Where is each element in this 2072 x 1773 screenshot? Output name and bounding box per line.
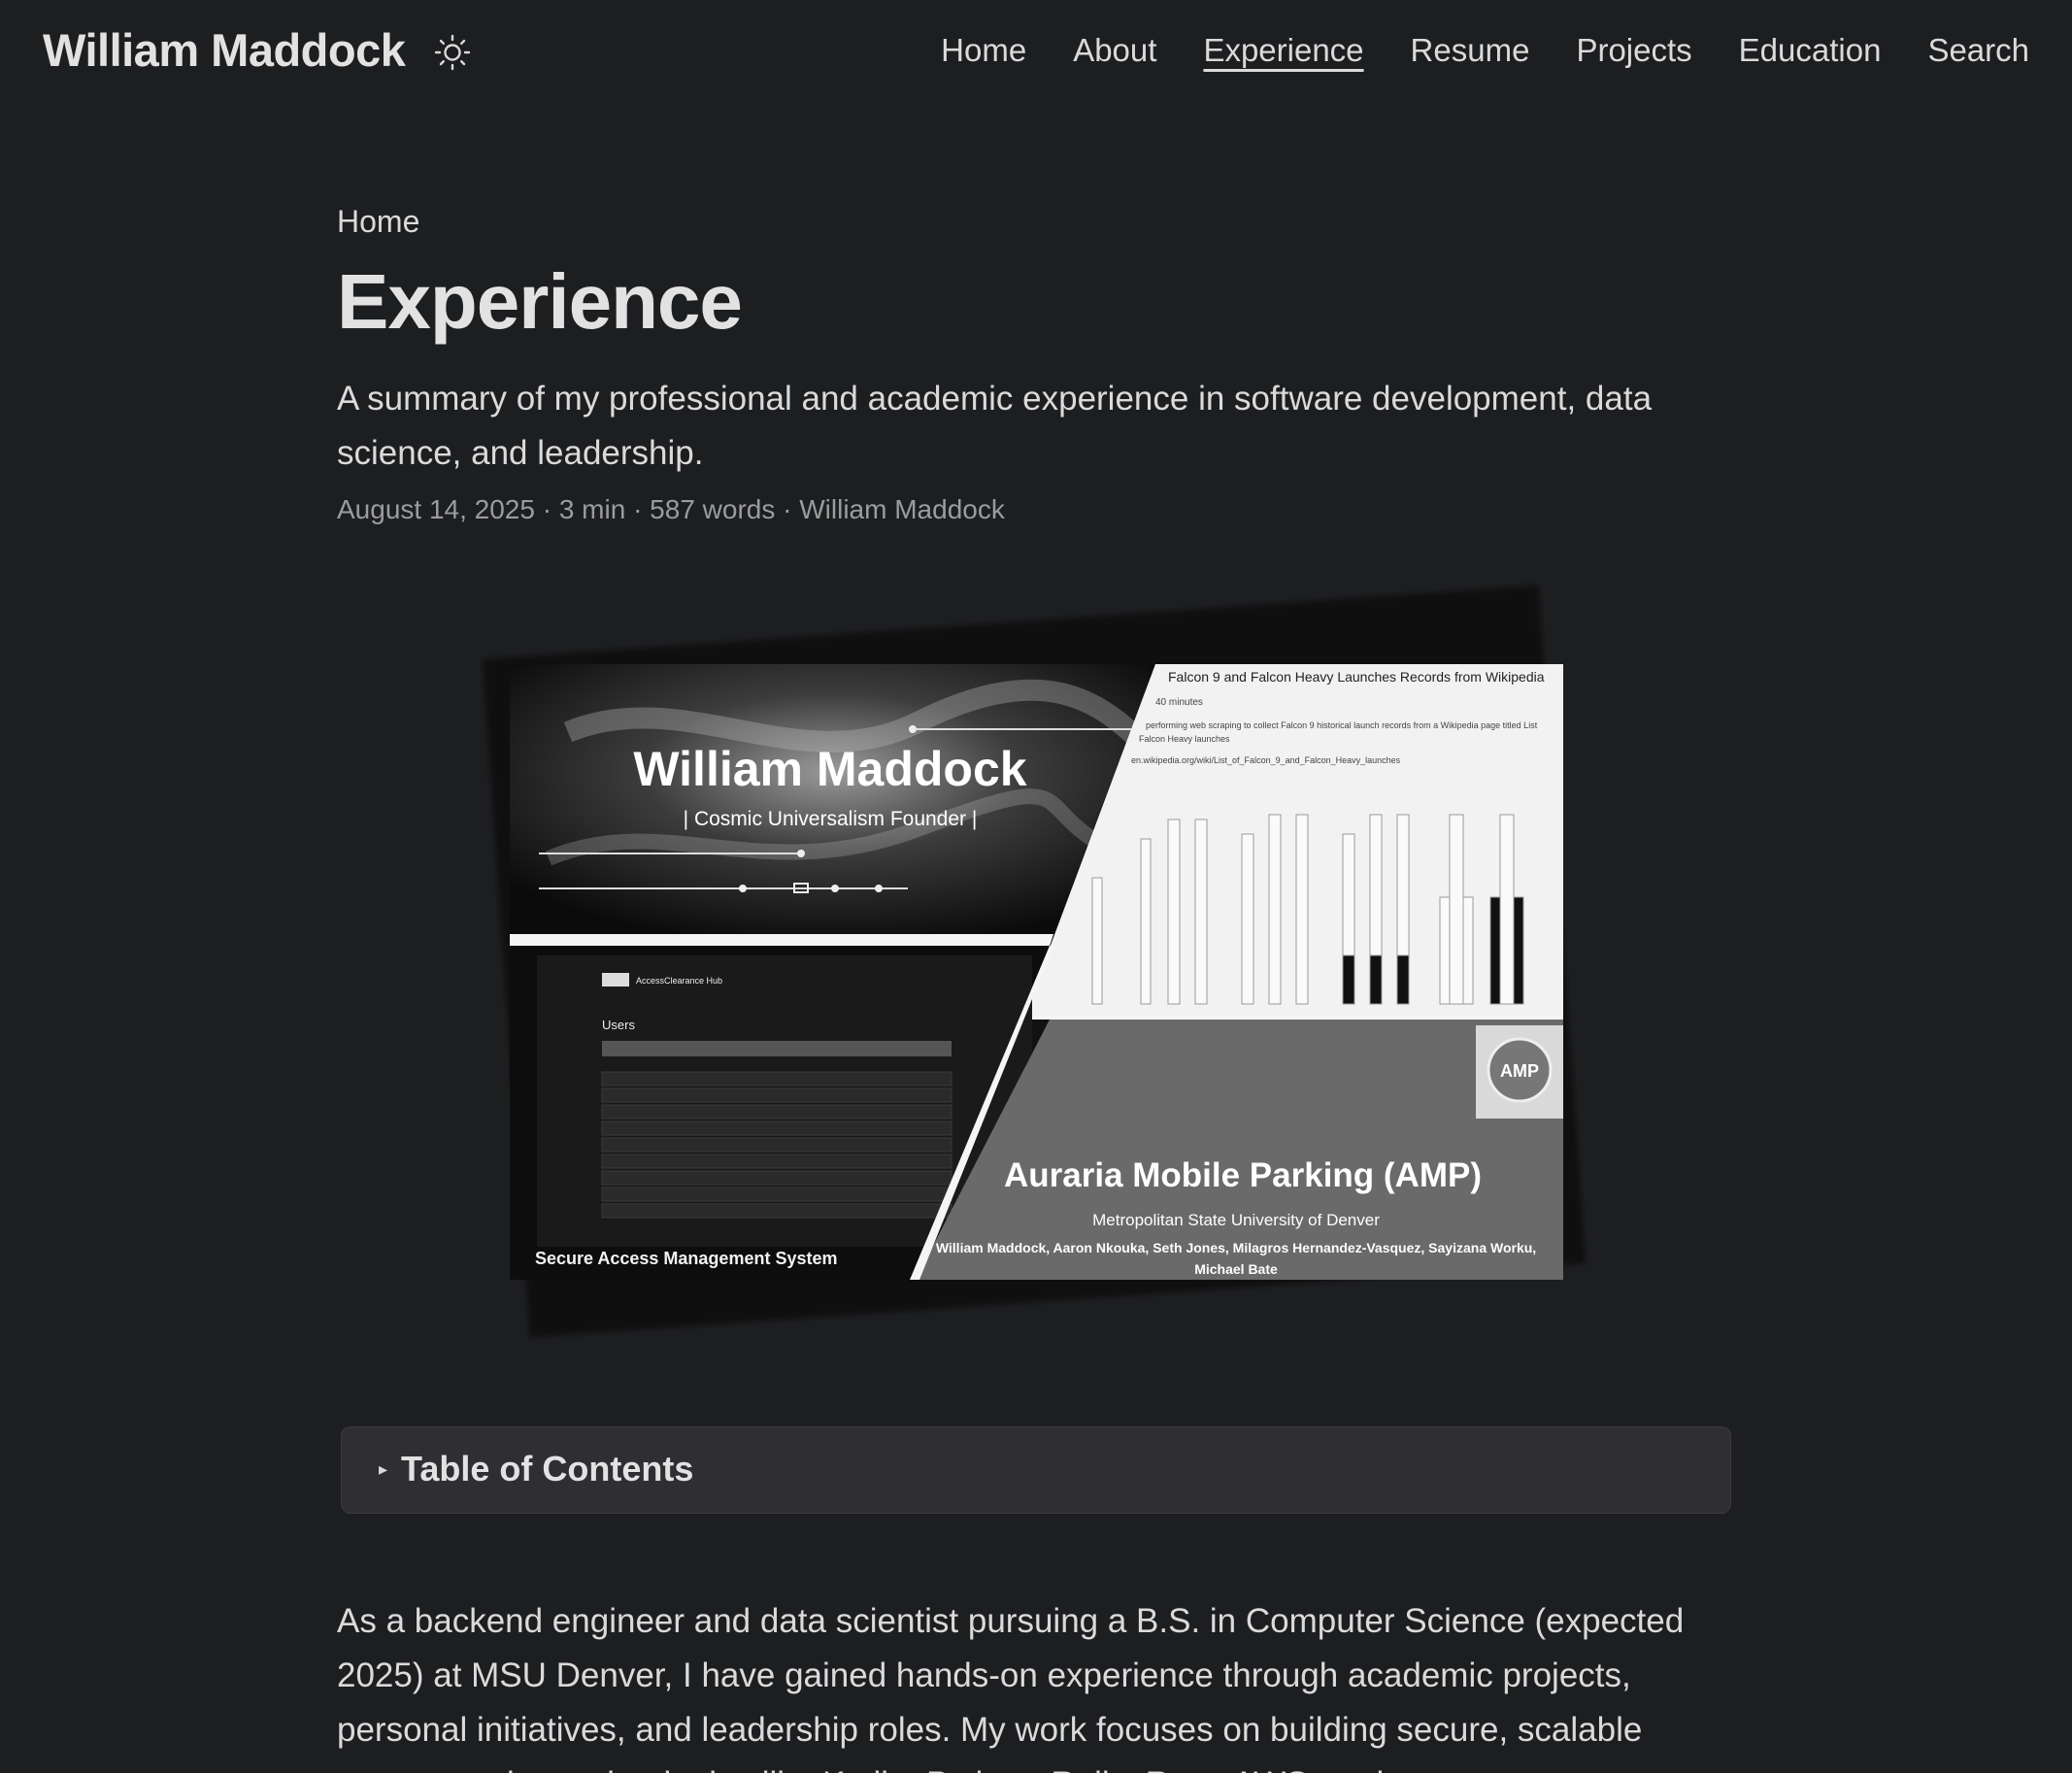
svg-text:Users: Users [602, 1018, 635, 1032]
svg-text:Falcon Heavy launches: Falcon Heavy launches [1139, 734, 1230, 744]
svg-text:Secure Access Management Syste: Secure Access Management System [535, 1249, 837, 1268]
cover-name: William Maddock [633, 742, 1026, 796]
cover-collage: William Maddock | Cosmic Universalism Fo… [510, 664, 1563, 1280]
nav-resume[interactable]: Resume [1411, 29, 1530, 72]
amp-logo: AMP [1500, 1061, 1539, 1081]
toc-toggle[interactable]: ▸ Table of Contents [379, 1449, 693, 1489]
svg-text:performing web scraping to col: performing web scraping to collect Falco… [1146, 720, 1538, 730]
nav-projects[interactable]: Projects [1576, 29, 1691, 72]
post-meta: August 14, 2025 · 3 min · 587 words · Wi… [337, 494, 1005, 524]
cover-image: William Maddock | Cosmic Universalism Fo… [447, 583, 1612, 1359]
post-header: Home Experience A summary of my professi… [337, 204, 1735, 525]
page-description: A summary of my professional and academi… [337, 380, 1653, 472]
svg-text:40 minutes: 40 minutes [1155, 697, 1203, 708]
page-title: Experience [337, 258, 743, 345]
breadcrumb: Home [337, 204, 1735, 240]
nav-home[interactable]: Home [941, 29, 1026, 72]
toc-label: Table of Contents [401, 1449, 694, 1489]
svg-text:Falcon 9 and Falcon Heavy Laun: Falcon 9 and Falcon Heavy Launches Recor… [1168, 669, 1545, 685]
svg-text:| Cosmic Universalism Founder: | Cosmic Universalism Founder | [684, 808, 978, 830]
main-nav: Home About Experience Resume Projects Ed… [941, 29, 2029, 72]
site-logo-link[interactable]: William Maddock [43, 23, 406, 77]
site-header: William Maddock Home About Experience Re… [0, 0, 2072, 105]
svg-text:Michael Bate: Michael Bate [1194, 1261, 1278, 1277]
nav-about[interactable]: About [1073, 29, 1156, 72]
svg-text:William Maddock, Aaron Nkouka,: William Maddock, Aaron Nkouka, Seth Jone… [936, 1240, 1536, 1255]
nav-search[interactable]: Search [1927, 29, 2029, 72]
breadcrumb-home-link[interactable]: Home [337, 204, 419, 239]
intro-paragraph: As a backend engineer and data scientist… [337, 1602, 1685, 1773]
svg-text:en.wikipedia.org/wiki/List_of_: en.wikipedia.org/wiki/List_of_Falcon_9_a… [1131, 755, 1401, 765]
table-of-contents[interactable]: ▸ Table of Contents [341, 1426, 1731, 1514]
users-table [601, 1071, 952, 1219]
svg-text:Metropolitan State University: Metropolitan State University of Denver [1092, 1211, 1380, 1229]
nav-education[interactable]: Education [1739, 29, 1882, 72]
svg-text:Auraria Mobile Parking (AMP): Auraria Mobile Parking (AMP) [1004, 1156, 1482, 1194]
nav-experience[interactable]: Experience [1203, 29, 1363, 72]
svg-text:AccessClearance Hub: AccessClearance Hub [636, 976, 722, 986]
sun-icon[interactable] [433, 33, 472, 72]
caret-right-icon: ▸ [379, 1458, 388, 1479]
